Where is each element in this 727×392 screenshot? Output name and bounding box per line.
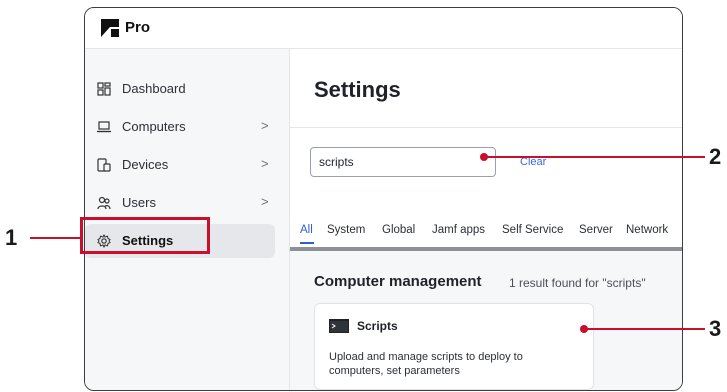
tab-all[interactable]: All (300, 224, 313, 236)
dashboard-icon (97, 82, 111, 96)
sidebar-item-label: Users (122, 195, 156, 210)
main-content: Settings scripts Clear All System Global… (290, 49, 682, 390)
jamf-logo-icon (101, 19, 119, 37)
tab-bar: All System Global Jamf apps Self Service… (300, 224, 682, 246)
section-title: Computer management (314, 273, 482, 290)
tab-self-service[interactable]: Self Service (502, 224, 563, 236)
sidebar-item-computers[interactable]: Computers > (85, 110, 275, 144)
annotation-number-2: 2 (709, 144, 722, 169)
sidebar-item-label: Devices (122, 157, 169, 172)
top-bar: Pro (85, 8, 682, 49)
annotation-line-2 (484, 156, 705, 158)
tab-server[interactable]: Server (579, 224, 613, 236)
annotation-line-3 (584, 328, 705, 330)
active-tab-indicator (300, 242, 314, 244)
tab-jamf-apps[interactable]: Jamf apps (432, 224, 485, 236)
page-title: Settings (314, 77, 401, 102)
chevron-right-icon: > (261, 156, 269, 171)
annotation-number-3: 3 (709, 316, 722, 341)
scripts-card[interactable]: Scripts Upload and manage scripts to dep… (314, 303, 594, 390)
annotation-number-1: 1 (5, 225, 18, 250)
users-icon (97, 196, 111, 210)
search-input[interactable]: scripts (310, 147, 496, 177)
chevron-right-icon: > (261, 118, 269, 133)
devices-icon (97, 158, 111, 172)
chevron-right-icon: > (261, 194, 269, 209)
sidebar-item-label: Computers (122, 119, 186, 134)
terminal-icon (329, 319, 349, 333)
tab-system[interactable]: System (327, 224, 365, 236)
tab-network[interactable]: Network (626, 224, 668, 236)
app-window: Pro Dashboard Computers > Devices > User… (84, 7, 683, 391)
result-count: 1 result found for "scripts" (509, 276, 646, 290)
annotation-highlight-box (80, 217, 210, 254)
annotation-line-1 (30, 237, 82, 239)
divider (290, 127, 682, 128)
laptop-icon (97, 121, 111, 133)
tab-global[interactable]: Global (382, 224, 415, 236)
sidebar-item-users[interactable]: Users > (85, 186, 275, 220)
results-area: Computer management 1 result found for "… (290, 251, 682, 390)
brand-name: Pro (125, 19, 151, 36)
card-title: Scripts (357, 319, 398, 333)
sidebar-item-label: Dashboard (122, 81, 186, 96)
sidebar-item-devices[interactable]: Devices > (85, 148, 275, 182)
card-description: Upload and manage scripts to deploy to c… (329, 351, 523, 377)
sidebar-item-dashboard[interactable]: Dashboard (85, 72, 275, 106)
